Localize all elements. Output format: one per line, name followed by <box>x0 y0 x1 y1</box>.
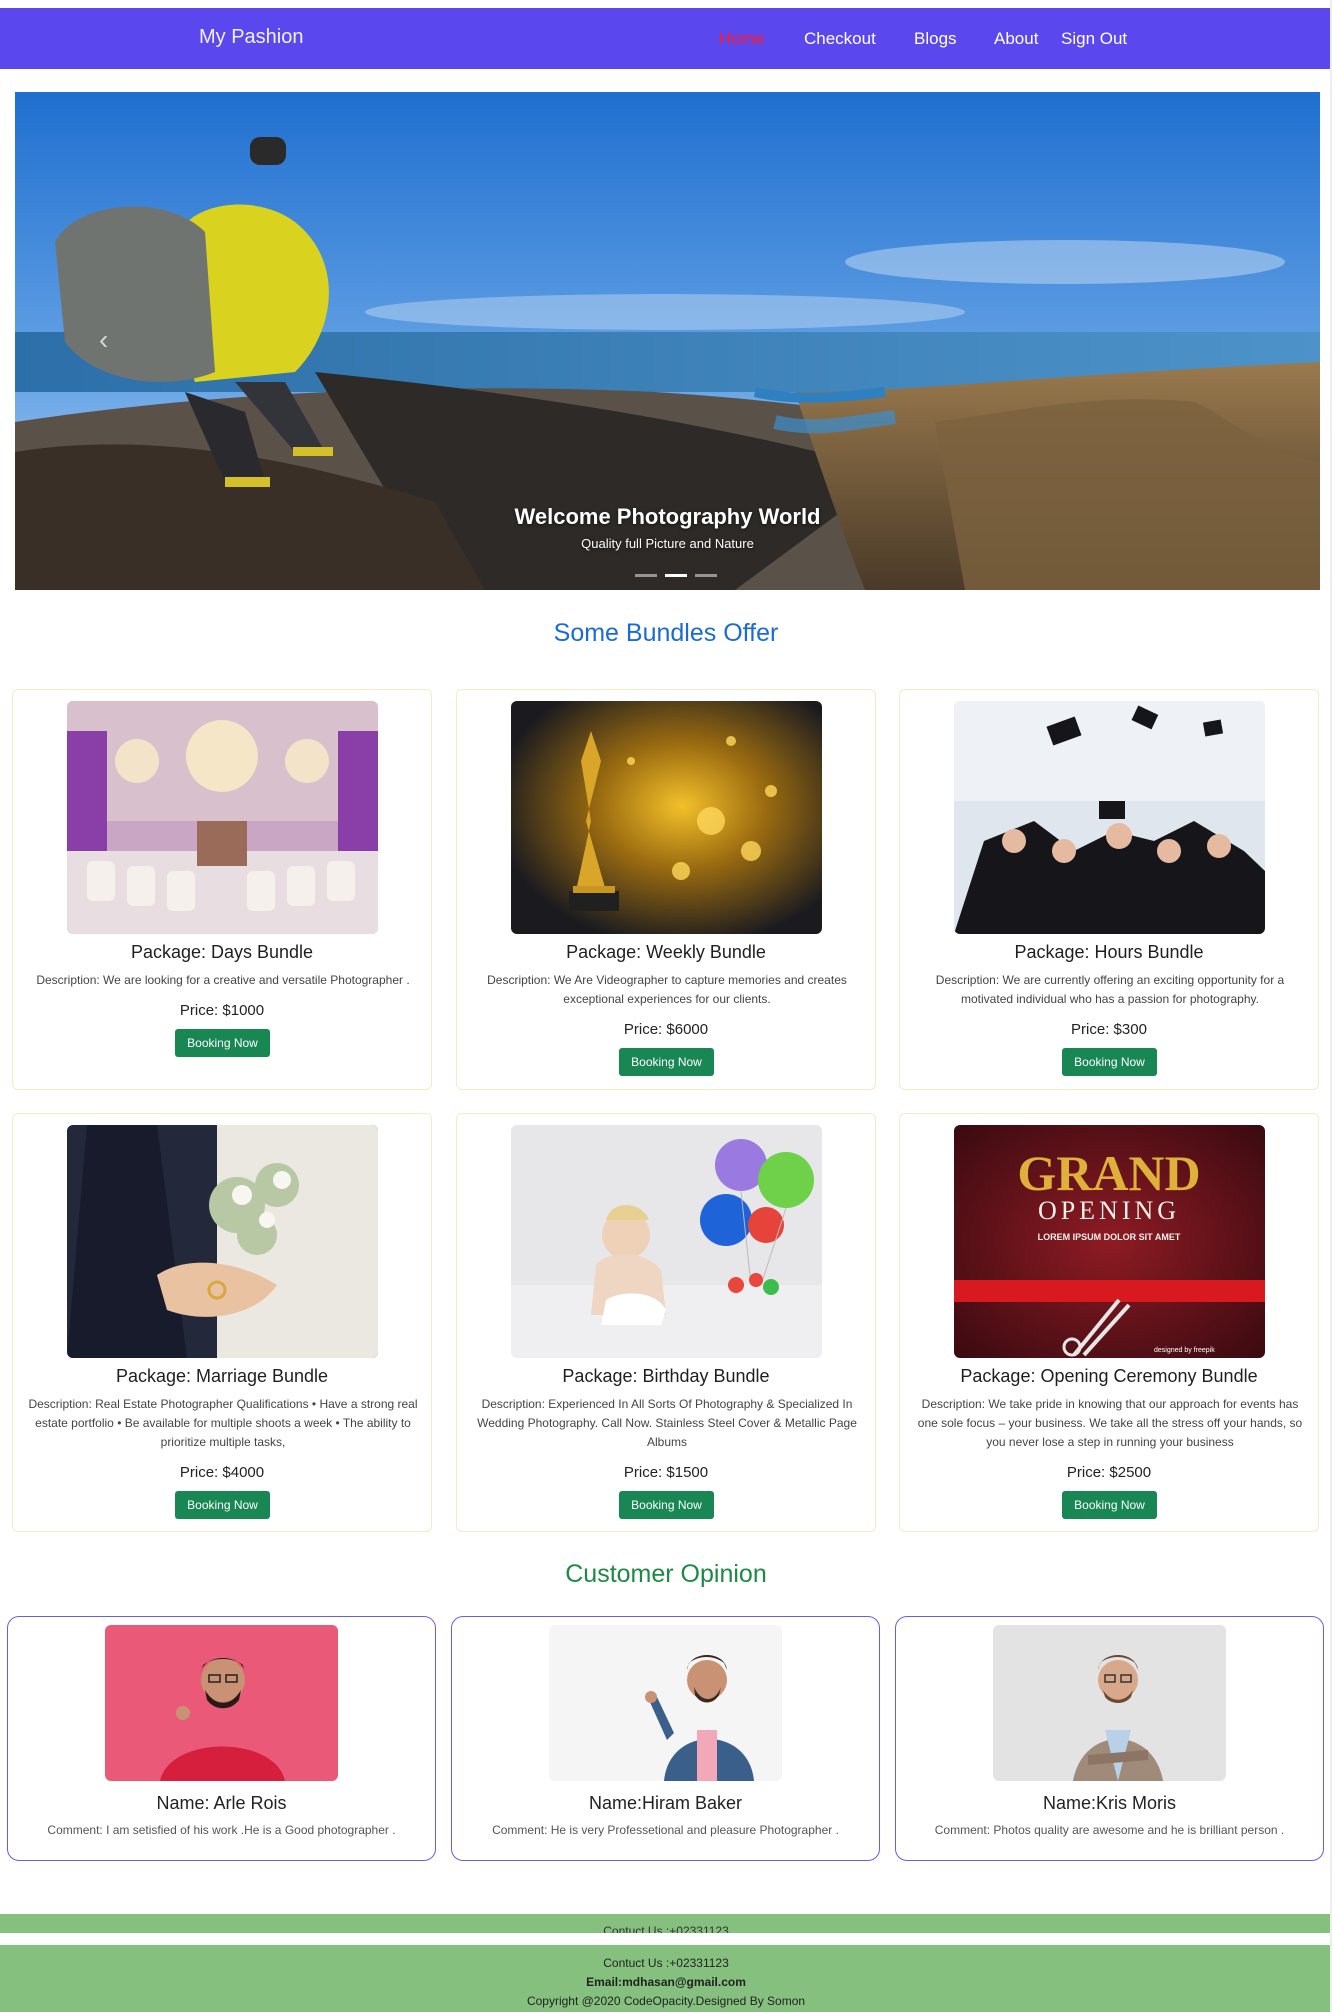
opinion-card: Name: Arle Rois Comment: I am setisfied … <box>7 1616 436 1861</box>
package-card: Package: Hours Bundle Description: We ar… <box>899 689 1319 1090</box>
package-price: Price: $6000 <box>623 1021 709 1038</box>
package-image <box>511 701 822 934</box>
package-image <box>67 1125 378 1358</box>
customer-avatar <box>993 1625 1226 1781</box>
package-price: Price: $300 <box>1071 1021 1147 1038</box>
booking-now-button[interactable]: Booking Now <box>175 1029 270 1057</box>
booking-now-button[interactable]: Booking Now <box>619 1491 714 1519</box>
package-card: GRAND OPENING LOREM IPSUM DOLOR SIT AMET… <box>899 1113 1319 1532</box>
offers-title: Some Bundles Offer <box>553 619 779 647</box>
package-image: GRAND OPENING LOREM IPSUM DOLOR SIT AMET… <box>954 1125 1265 1358</box>
package-card: Package: Days Bundle Description: We are… <box>12 689 432 1090</box>
customer-name: Name:Hiram Baker <box>588 1793 743 1813</box>
footer-contact: Contuct Us :+02331123 <box>603 1956 729 1970</box>
opening-text: OPENING <box>1038 1196 1180 1225</box>
package-name: Package: Opening Ceremony Bundle <box>960 1366 1258 1386</box>
nav-sign-out[interactable]: Sign Out <box>1061 29 1127 49</box>
hero-title: Welcome Photography World <box>514 504 821 529</box>
package-image <box>954 701 1265 934</box>
opinion-card: Name:Kris Moris Comment: Photos quality … <box>895 1616 1324 1861</box>
carousel-indicator[interactable] <box>665 574 687 577</box>
carousel-indicators <box>635 574 717 577</box>
package-image <box>511 1125 822 1358</box>
package-price: Price: $1000 <box>179 1002 265 1019</box>
package-name: Package: Weekly Bundle <box>566 942 766 962</box>
booking-now-button[interactable]: Booking Now <box>619 1048 714 1076</box>
package-name: Package: Marriage Bundle <box>115 1366 329 1386</box>
customer-comment: Comment: He is very Professetional and p… <box>492 1823 839 1837</box>
package-image <box>67 701 378 934</box>
customer-avatar <box>105 1625 338 1781</box>
nav-about[interactable]: About <box>994 29 1038 49</box>
nav-blogs[interactable]: Blogs <box>914 29 957 49</box>
package-description: Description: Real Estate Photographer Qu… <box>28 1397 418 1449</box>
package-description: Description: We Are Videographer to capt… <box>487 973 847 1006</box>
package-name: Package: Days Bundle <box>130 942 314 962</box>
package-price: Price: $2500 <box>1066 1464 1152 1481</box>
carousel-prev-icon[interactable]: ‹ <box>99 324 108 356</box>
carousel-indicator[interactable] <box>695 574 717 577</box>
footer-copyright: Copyright @2020 CodeOpacity.Designed By … <box>526 1994 806 2008</box>
nav-checkout[interactable]: Checkout <box>804 29 876 49</box>
carousel-indicator[interactable] <box>635 574 657 577</box>
customer-comment: Comment: I am setisfied of his work .He … <box>47 1823 396 1837</box>
customer-name: Name:Kris Moris <box>1042 1793 1176 1813</box>
nav-home[interactable]: Home <box>719 29 764 49</box>
grand-text: GRAND <box>1017 1145 1200 1201</box>
hero-subtitle: Quality full Picture and Nature <box>581 536 754 551</box>
package-card: Package: Birthday Bundle Description: Ex… <box>456 1113 876 1532</box>
footer-email[interactable]: Email:mdhasan@gmail.com <box>0 1973 1332 1992</box>
package-price: Price: $4000 <box>179 1464 265 1481</box>
customer-name: Name: Arle Rois <box>156 1793 287 1813</box>
freepik-credit: designed by freepik <box>1154 1347 1215 1354</box>
package-description: Description: Experienced In All Sorts Of… <box>477 1397 857 1449</box>
footer-strip: Contuct Us :+02331123 <box>0 1914 1332 1933</box>
booking-now-button[interactable]: Booking Now <box>1062 1491 1157 1519</box>
package-description: Description: We take pride in knowing th… <box>917 1397 1303 1449</box>
package-price: Price: $1500 <box>623 1464 709 1481</box>
booking-now-button[interactable]: Booking Now <box>1062 1048 1157 1076</box>
package-name: Package: Hours Bundle <box>1014 942 1204 962</box>
customer-avatar <box>549 1625 782 1781</box>
package-name: Package: Birthday Bundle <box>562 1366 770 1386</box>
hero-carousel[interactable]: ‹ Welcome Photography World Quality full… <box>15 92 1320 590</box>
customer-comment: Comment: Photos quality are awesome and … <box>934 1823 1285 1837</box>
package-card: Package: Weekly Bundle Description: We A… <box>456 689 876 1090</box>
opinion-card: Name:Hiram Baker Comment: He is very Pro… <box>451 1616 880 1861</box>
lorem-text: LOREM IPSUM DOLOR SIT AMET <box>1038 1232 1181 1242</box>
package-description: Description: We are looking for a creati… <box>36 973 410 987</box>
package-card: Package: Marriage Bundle Description: Re… <box>12 1113 432 1532</box>
footer: Contuct Us :+02331123 Email:mdhasan@gmai… <box>0 1945 1332 2012</box>
package-description: Description: We are currently offering a… <box>935 973 1285 1006</box>
navbar: My Pashion Home Checkout Blogs About Sig… <box>0 8 1332 69</box>
opinions-title: Customer Opinion <box>565 1560 767 1588</box>
booking-now-button[interactable]: Booking Now <box>175 1491 270 1519</box>
footer-contact-top: Contuct Us :+02331123 <box>603 1924 729 1933</box>
brand-logo[interactable]: My Pashion <box>199 26 304 49</box>
